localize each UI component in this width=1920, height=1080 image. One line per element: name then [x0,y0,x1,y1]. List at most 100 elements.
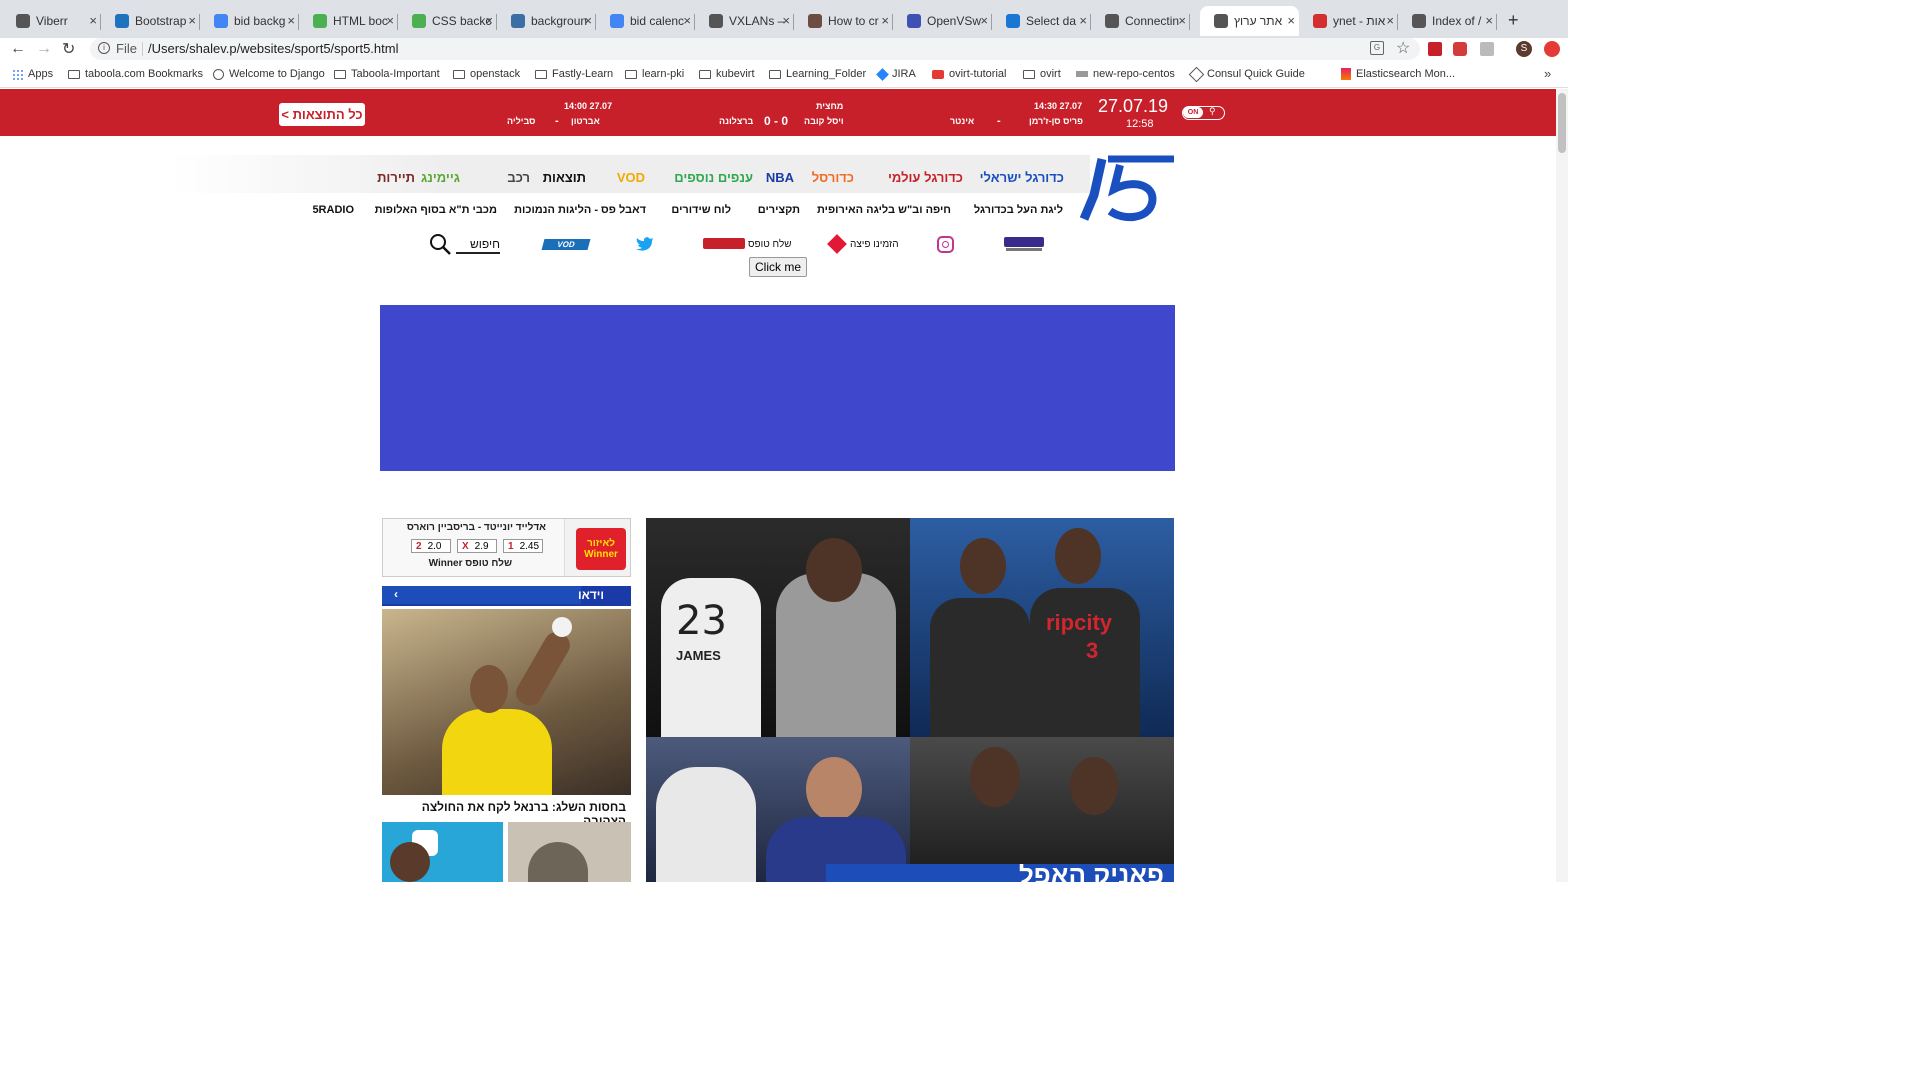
bookmark-item[interactable]: ovirt-tutorial [932,68,1006,80]
tab-close-icon[interactable]: × [1287,13,1295,28]
browser-tab[interactable]: VXLANs – × [695,6,794,36]
bookmark-item[interactable]: Taboola-Important [334,68,440,80]
browser-tab[interactable]: Viberr × [2,6,101,36]
forward-icon[interactable]: → [36,40,52,58]
browser-tab[interactable]: Connectin × [1091,6,1190,36]
browser-tab[interactable]: bid backg × [200,6,299,36]
tab-close-icon[interactable]: × [881,13,889,28]
address-text[interactable]: /Users/shalev.p/websites/sport5/sport5.h… [148,41,398,56]
nav-item[interactable]: ענפים נוספים [674,170,753,185]
video-header-title[interactable]: וידאו [578,588,604,602]
translate-icon[interactable]: G [1370,41,1384,55]
subnav-item[interactable]: 5RADIO [312,204,354,216]
info-icon[interactable]: i [98,42,110,54]
subnav-item[interactable]: מכבי ת"א בסוף האלופות [375,204,497,216]
browser-tab[interactable]: How to cr × [794,6,893,36]
toto-label[interactable]: שלח טופס [748,239,792,250]
all-results-button[interactable]: כל התוצאות > [279,103,365,126]
odds-button[interactable]: X 2.9 [457,539,497,553]
page-scrollbar[interactable] [1556,89,1568,882]
bookmark-item[interactable]: learn-pki [625,68,684,80]
twitter-icon[interactable] [636,236,654,251]
click-me-button[interactable]: Click me [749,257,807,277]
bookmark-item[interactable]: kubevirt [699,68,755,80]
odds-button[interactable]: 1 2.45 [503,539,543,553]
hero-photo-lebron[interactable]: 23 JAMES [646,518,910,737]
back-icon[interactable]: ← [10,40,26,58]
subnav-item[interactable]: לוח שידורים [671,204,731,216]
reload-icon[interactable]: ↻ [62,39,75,59]
star-icon[interactable]: ☆ [1396,38,1410,58]
bookmark-item[interactable]: new-repo-centos [1076,68,1175,80]
browser-tab[interactable]: Index of / × [1398,6,1497,36]
address-bar[interactable]: i File /Users/shalev.p/websites/sport5/s… [90,38,1420,60]
live-toggle[interactable]: ON ⚲ [1182,106,1225,120]
winner-match[interactable]: אדלייד יונייטד - בריסביין רוארס [407,522,546,533]
dominos-icon[interactable] [827,234,847,254]
subnav-item[interactable]: דאבל פס - הליגות הנמוכות [514,204,646,216]
bookmark-item[interactable]: Learning_Folder [769,68,866,80]
nav-item[interactable]: גיימינג [421,170,460,185]
bookmark-item[interactable]: JIRA [876,67,916,81]
hero-headline[interactable]: פאניק האפל [1019,864,1164,882]
nav-item[interactable]: רכב [507,170,530,185]
tab-close-icon[interactable]: × [782,13,790,28]
hero-headline-bar[interactable]: פאניק האפל [826,864,1174,882]
subnav-item[interactable]: תקצירים [758,204,800,216]
tab-close-icon[interactable]: × [89,13,97,28]
browser-tab[interactable]: HTML boc × [299,6,398,36]
nav-item[interactable]: VOD [617,170,645,185]
tab-close-icon[interactable]: × [188,13,196,28]
tab-close-icon[interactable]: × [386,13,394,28]
odds-button[interactable]: 2 2.0 [411,539,451,553]
browser-tab[interactable]: Bootstrap × [101,6,200,36]
hero-photo-sixers[interactable] [646,737,910,882]
instagram-icon[interactable] [937,236,954,253]
pizza-label[interactable]: הזמינו פיצה [850,239,899,250]
bookmark-item[interactable]: taboola.com Bookmarks [68,68,203,80]
bookmark-item[interactable]: Elasticsearch Mon... [1341,68,1455,80]
profile-avatar[interactable]: S [1516,41,1532,57]
match2-home[interactable]: ויסל קובה [804,116,844,126]
browser-tab[interactable]: backgroun × [497,6,596,36]
browser-tab[interactable]: OpenVSw × [893,6,992,36]
thumb-beach[interactable] [508,822,631,882]
vod-badge[interactable]: VOD [541,239,591,250]
match3-home[interactable]: אברטון [571,116,600,126]
extension-icon-4[interactable] [1544,41,1560,57]
tab-close-icon[interactable]: × [287,13,295,28]
search-input[interactable]: חיפוש [456,235,500,254]
bookmark-item[interactable]: ovirt [1023,68,1061,80]
nav-item[interactable]: כדורגל עולמי [888,170,963,185]
extension-icon-2[interactable] [1453,42,1467,56]
subnav-item[interactable]: ליגת העל בכדורגל [974,204,1063,216]
match3-away[interactable]: סביליה [507,116,535,126]
hero-photo-rockets[interactable] [910,737,1174,882]
bookmark-item[interactable]: Apps [12,68,53,80]
browser-tab[interactable]: bid calenc × [596,6,695,36]
match1-home[interactable]: פריס סן-ז'רמן [1029,116,1083,126]
nav-item[interactable]: NBA [766,170,794,185]
bookmarks-overflow-button[interactable]: » [1544,66,1551,81]
winner-logo-small[interactable] [703,238,745,249]
tab-close-icon[interactable]: × [683,13,691,28]
tab-close-icon[interactable]: × [1178,13,1186,28]
sport5-logo[interactable] [1080,155,1176,223]
nav-item[interactable]: תוצאות [543,170,586,185]
bookmark-item[interactable]: Welcome to Django [213,68,325,80]
tab-close-icon[interactable]: × [584,13,592,28]
tab-close-icon[interactable]: × [485,13,493,28]
thumb-swimmer[interactable] [382,822,503,882]
match1-away[interactable]: אינטר [950,116,974,126]
tab-close-icon[interactable]: × [1485,13,1493,28]
new-tab-button[interactable]: + [1508,10,1519,31]
tab-close-icon[interactable]: × [1386,13,1394,28]
browser-tab[interactable]: Select da × [992,6,1091,36]
tab-close-icon[interactable]: × [1079,13,1087,28]
chevron-right-icon[interactable]: › [394,587,398,601]
nav-item[interactable]: תיירות [377,170,415,185]
tab-close-icon[interactable]: × [980,13,988,28]
match2-away[interactable]: ברצלונה [719,116,753,126]
extension-icon-3[interactable] [1480,42,1494,56]
browser-tab[interactable]: אתר ערוץ × [1200,6,1299,36]
